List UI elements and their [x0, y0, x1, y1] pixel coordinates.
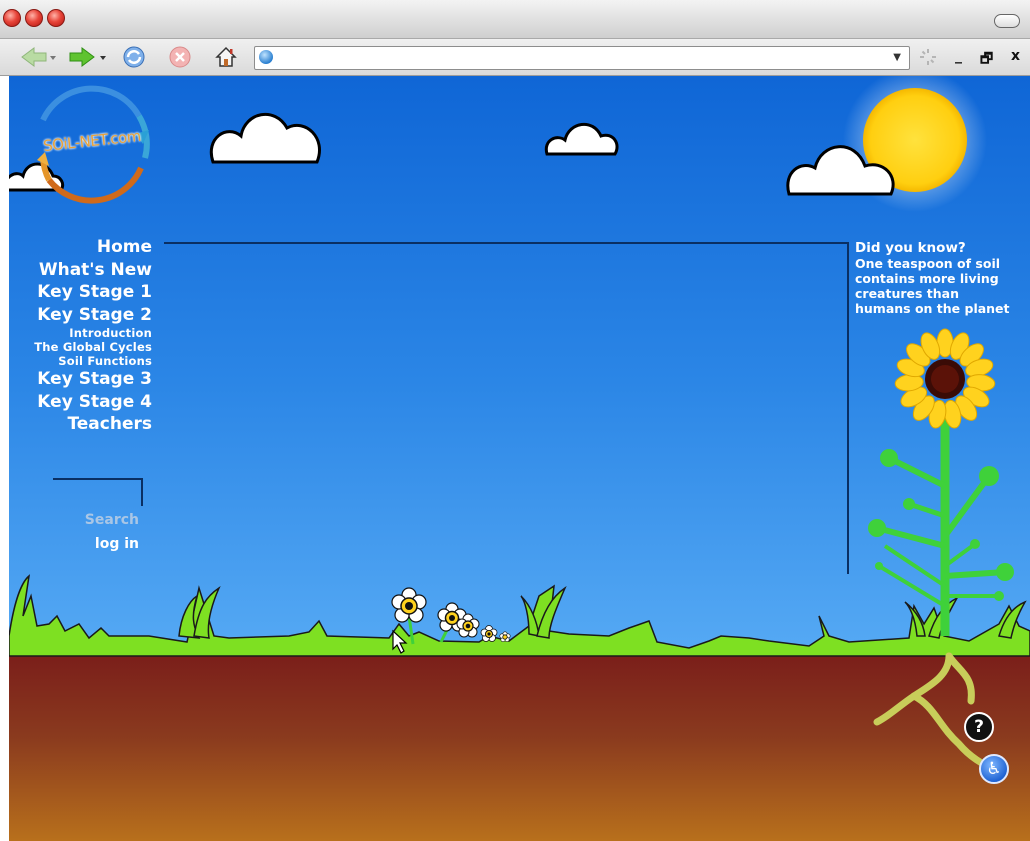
accessibility-button[interactable]: ♿ — [979, 754, 1009, 784]
main-content-panel — [164, 242, 849, 574]
nav-global-cycles[interactable]: The Global Cycles — [34, 340, 152, 354]
help-button[interactable]: ? — [964, 712, 994, 742]
nav-whats-new[interactable]: What's New — [34, 259, 152, 282]
sunflower-head — [894, 328, 996, 429]
loading-throbber — [918, 45, 938, 69]
close-tab-button[interactable]: x — [1011, 48, 1020, 64]
nav-teachers[interactable]: Teachers — [34, 413, 152, 436]
forward-arrow-icon — [69, 47, 106, 67]
address-bar[interactable]: ▼ — [254, 46, 910, 70]
browser-toolbar: ▼ _ 🗗 x — [0, 39, 1030, 76]
close-window-button[interactable] — [3, 9, 21, 27]
nav-soil-functions[interactable]: Soil Functions — [34, 354, 152, 368]
soil — [9, 651, 1030, 841]
search-input[interactable] — [53, 478, 143, 506]
soil-net-page: SOiL-NET.com Home What's New Key Stage 1… — [9, 76, 1030, 841]
did-you-know-line: One teaspoon of soil — [855, 256, 1001, 271]
search-button[interactable]: Search — [53, 512, 139, 528]
back-button[interactable] — [18, 45, 58, 69]
stop-button[interactable] — [166, 45, 194, 69]
home-button[interactable] — [212, 45, 240, 69]
forward-button[interactable] — [66, 45, 110, 69]
reload-icon — [123, 46, 145, 68]
nav-key-stage-1[interactable]: Key Stage 1 — [34, 281, 152, 304]
did-you-know-line: humans on the planet — [855, 301, 1010, 316]
cloud — [544, 123, 619, 156]
grass-tuft — [178, 585, 1027, 639]
nav-home[interactable]: Home — [34, 236, 152, 259]
stop-icon — [169, 46, 191, 68]
nav-key-stage-2[interactable]: Key Stage 2 — [34, 304, 152, 327]
toolbar-toggle-button[interactable] — [994, 14, 1020, 28]
did-you-know-line: contains more living — [855, 271, 999, 286]
home-icon — [215, 46, 237, 67]
cloud — [209, 112, 321, 164]
window-titlebar — [0, 0, 1030, 39]
globe-icon — [259, 50, 273, 64]
did-you-know-line: creatures than — [855, 286, 960, 301]
reload-button[interactable] — [120, 45, 148, 69]
minimize-tab-button[interactable]: _ — [955, 48, 962, 64]
nav-key-stage-4[interactable]: Key Stage 4 — [34, 391, 152, 414]
login-link[interactable]: log in — [53, 536, 139, 552]
did-you-know-panel: Did you know? One teaspoon of soil conta… — [855, 240, 1027, 316]
minimize-window-button[interactable] — [25, 9, 43, 27]
zoom-window-button[interactable] — [47, 9, 65, 27]
nav-introduction[interactable]: Introduction — [34, 326, 152, 340]
restore-tab-button[interactable]: 🗗 — [980, 48, 993, 72]
nav-key-stage-3[interactable]: Key Stage 3 — [34, 368, 152, 391]
back-arrow-icon — [21, 47, 56, 67]
did-you-know-title: Did you know? — [855, 240, 966, 256]
main-navigation: Home What's New Key Stage 1 Key Stage 2 … — [34, 236, 152, 436]
spinner-icon — [920, 49, 936, 65]
sunflower-plant — [868, 416, 1014, 636]
grass — [9, 574, 1030, 657]
address-dropdown-icon[interactable]: ▼ — [893, 52, 901, 63]
